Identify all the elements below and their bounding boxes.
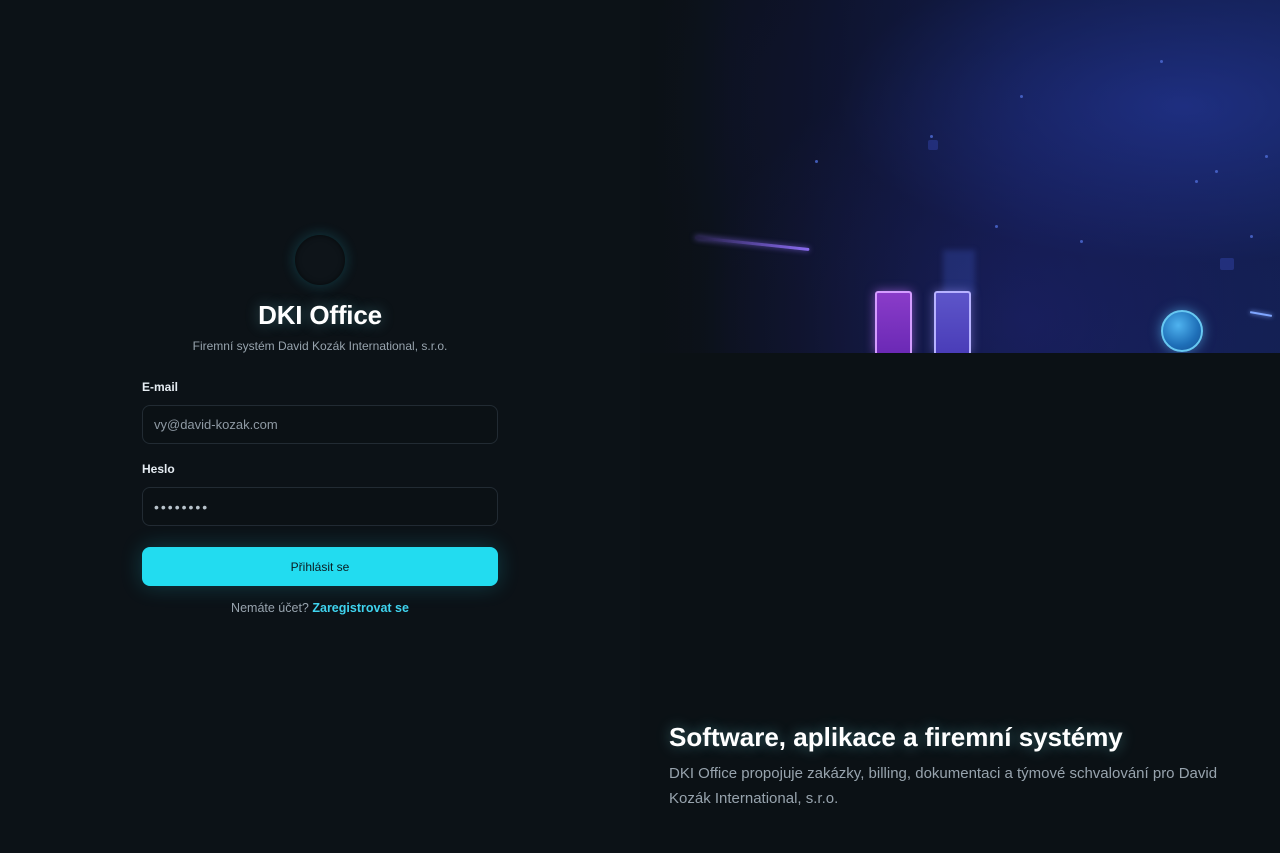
square-deco xyxy=(1220,258,1234,270)
star xyxy=(815,160,818,163)
illustration-orb xyxy=(1161,310,1203,352)
app-subtitle: Firemní systém David Kozák International… xyxy=(192,339,448,353)
app-title: DKI Office xyxy=(258,300,382,330)
hero-fade xyxy=(640,0,730,353)
star xyxy=(1160,60,1163,63)
password-field[interactable] xyxy=(142,487,498,526)
star xyxy=(930,135,933,138)
hero-title: Software, aplikace a firemní systémy xyxy=(669,722,1123,752)
illustration-bar-violet xyxy=(934,291,971,353)
bar-glow xyxy=(943,250,975,295)
star xyxy=(1265,155,1268,158)
logo-icon xyxy=(295,235,345,285)
star xyxy=(1020,95,1023,98)
star xyxy=(1195,180,1198,183)
password-label: Heslo xyxy=(142,462,175,476)
register-line: Nemáte účet? Zaregistrovat se xyxy=(0,601,640,615)
star xyxy=(1080,240,1083,243)
register-prompt: Nemáte účet? xyxy=(231,601,309,615)
login-button[interactable]: Přihlásit se xyxy=(142,547,498,586)
email-label: E-mail xyxy=(142,380,179,394)
square-deco xyxy=(928,140,938,150)
star xyxy=(1215,170,1218,173)
email-field[interactable] xyxy=(142,405,498,444)
star xyxy=(995,225,998,228)
login-panel: DKI Office Firemní systém David Kozák In… xyxy=(0,0,640,853)
register-link[interactable]: Zaregistrovat se xyxy=(312,601,409,615)
star xyxy=(1250,235,1253,238)
hero-illustration xyxy=(640,0,1280,353)
neon-line-small xyxy=(1249,311,1273,317)
illustration-bar-purple xyxy=(875,291,912,353)
hero-panel: Software, aplikace a firemní systémy DKI… xyxy=(640,0,1280,853)
login-page: DKI Office Firemní systém David Kozák In… xyxy=(0,0,1280,853)
hero-description: DKI Office propojuje zakázky, billing, d… xyxy=(669,765,1218,807)
